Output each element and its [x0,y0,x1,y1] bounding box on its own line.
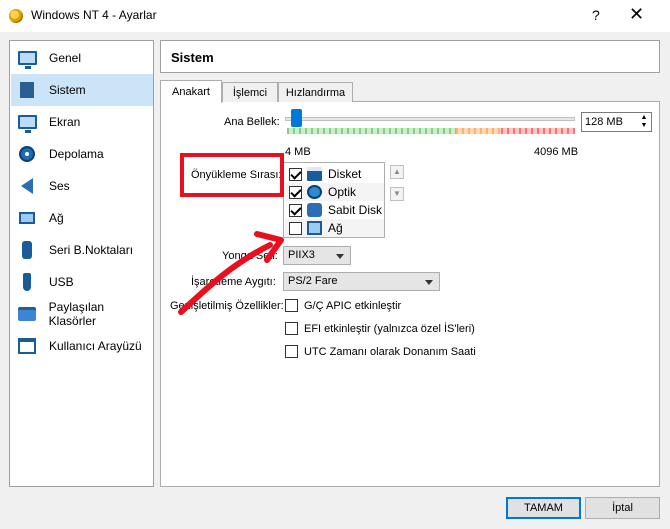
sidebar-item-label: USB [49,275,74,289]
tab-acceleration[interactable]: Hızlandırma [278,82,353,102]
memory-scale-warning [456,128,501,134]
settings-sidebar: Genel Sistem Ekran Depolama Ses Ağ Seri … [9,40,154,487]
boot-item-label: Sabit Disk [328,203,383,217]
memory-value: 128 MB [585,116,623,128]
memory-scale [287,128,575,134]
sidebar-item-label: Ses [49,179,70,193]
boot-item-label: Ağ [328,221,343,235]
floppy-icon [307,167,322,181]
user-interface-icon [17,337,37,355]
sidebar-item-storage[interactable]: Depolama [11,138,153,170]
annotation-arrow-icon [178,231,284,315]
close-button[interactable]: ✕ [629,4,644,25]
move-down-button[interactable]: ▼ [390,187,404,201]
shared-folder-icon [17,305,37,323]
utc-clock-label: UTC Zamanı olarak Donanım Saati [304,345,476,358]
memory-min-label: 4 MB [285,146,311,158]
sidebar-item-display[interactable]: Ekran [11,106,153,138]
optical-disc-icon [307,185,322,199]
cancel-button[interactable]: İptal [585,497,660,519]
sidebar-item-general[interactable]: Genel [11,42,153,74]
boot-item-label: Disket [328,167,362,181]
tab-processor[interactable]: İşlemci [222,82,278,102]
boot-optical-checkbox[interactable] [289,185,302,199]
boot-floppy-checkbox[interactable] [289,167,302,181]
tab-motherboard[interactable]: Anakart [160,80,222,103]
serial-port-icon [17,241,37,259]
sidebar-item-label: Ekran [49,115,81,129]
title-bar: Windows NT 4 - Ayarlar ? ✕ [0,0,670,32]
io-apic-label: G/Ç APIC etkinleştir [304,299,402,312]
sidebar-item-usb[interactable]: USB [11,266,153,298]
move-up-button[interactable]: ▲ [390,165,404,179]
window-title: Windows NT 4 - Ayarlar [31,8,157,22]
sidebar-item-user-interface[interactable]: Kullanıcı Arayüzü [11,330,153,362]
display-icon [17,113,37,133]
sidebar-item-label: Genel [49,51,82,65]
boot-item-floppy[interactable]: Disket [285,165,384,183]
hard-disk-icon [307,203,322,217]
boot-item-optical[interactable]: Optik [285,183,384,201]
sidebar-item-label: Paylaşılan Klasörler [48,300,105,328]
storage-icon [17,145,37,163]
boot-item-network[interactable]: Ağ [285,219,384,237]
chevron-down-icon [336,254,344,259]
page-title: Sistem [171,50,214,65]
utc-clock-option[interactable]: UTC Zamanı olarak Donanım Saati [285,345,476,358]
boot-hard-disk-checkbox[interactable] [289,203,302,217]
spin-down-icon[interactable]: ▼ [638,122,650,130]
pointing-device-value: PS/2 Fare [288,275,338,287]
spin-up-icon[interactable]: ▲ [638,114,650,122]
chipset-select[interactable]: PIIX3 [283,246,351,265]
chip-icon [17,81,37,99]
memory-scale-safe [287,128,456,134]
memory-slider-track[interactable] [285,117,575,121]
sidebar-item-system[interactable]: Sistem [11,74,153,106]
chipset-value: PIIX3 [288,249,315,261]
sidebar-item-serial-ports[interactable]: Seri B.Noktaları [11,234,153,266]
help-button[interactable]: ? [592,7,600,23]
monitor-icon [17,49,37,69]
network-boot-icon [307,221,322,235]
speaker-icon [17,177,37,195]
ok-button[interactable]: TAMAM [506,497,581,519]
section-header: Sistem [160,40,660,73]
sidebar-item-label: Seri B.Noktaları [49,243,134,257]
boot-item-hard-disk[interactable]: Sabit Disk [285,201,384,219]
virtualbox-app-icon [9,9,23,23]
boot-item-label: Optik [328,185,357,199]
memory-label: Ana Bellek: [224,116,280,128]
annotation-highlight-box [180,153,284,197]
efi-option[interactable]: EFI etkinleştir (yalnızca özel İS'leri) [285,322,475,335]
efi-label: EFI etkinleştir (yalnızca özel İS'leri) [304,322,475,335]
sidebar-item-label: Kullanıcı Arayüzü [49,339,142,353]
chevron-down-icon [425,280,433,285]
memory-slider-handle[interactable] [291,109,302,127]
memory-max-label: 4096 MB [534,146,579,158]
network-icon [17,209,37,227]
memory-spinbox[interactable]: 128 MB ▲ ▼ [581,112,652,132]
io-apic-option[interactable]: G/Ç APIC etkinleştir [285,299,401,312]
utc-clock-checkbox[interactable] [285,345,298,358]
sidebar-item-label: Ağ [49,211,64,225]
usb-icon [17,273,37,291]
boot-order-list[interactable]: Disket Optik Sabit Disk Ağ [283,162,385,238]
sidebar-item-shared-folders[interactable]: Paylaşılan Klasörler [11,298,153,330]
sidebar-item-label: Sistem [49,83,86,97]
sidebar-item-network[interactable]: Ağ [11,202,153,234]
memory-scale-danger [501,128,575,134]
efi-checkbox[interactable] [285,322,298,335]
pointing-device-select[interactable]: PS/2 Fare [283,272,440,291]
boot-network-checkbox[interactable] [289,221,302,235]
sidebar-item-audio[interactable]: Ses [11,170,153,202]
sidebar-item-label: Depolama [49,147,104,161]
